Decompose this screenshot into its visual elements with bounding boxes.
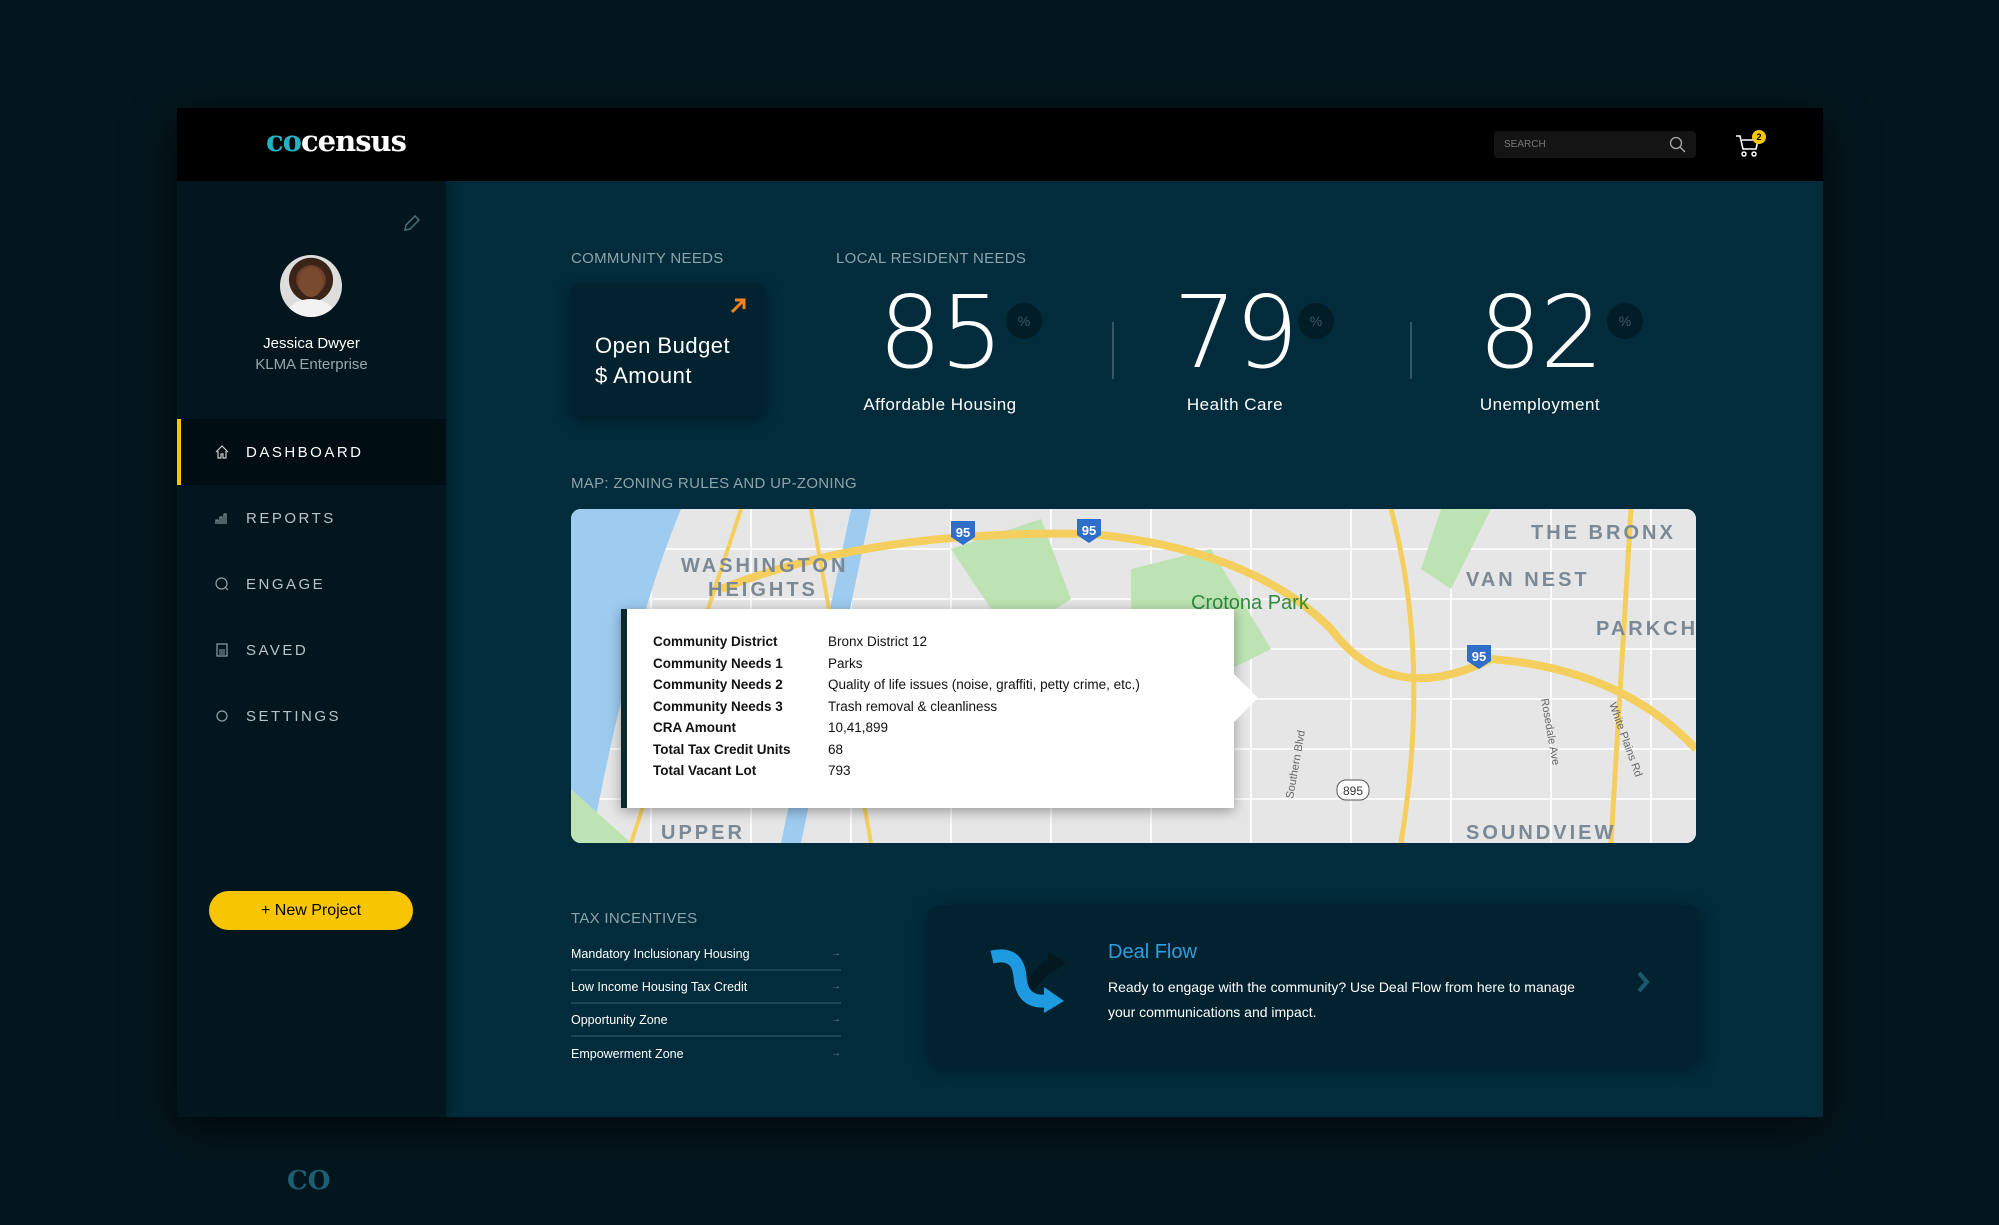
cart-count-badge: 2 [1752, 130, 1766, 144]
footer-logo: CO [287, 1166, 331, 1196]
map-label: PARKCH [1596, 618, 1696, 640]
map-label: WASHINGTON [681, 555, 848, 577]
arrow-right-icon: → [831, 1014, 841, 1025]
map-label: THE BRONX [1531, 522, 1676, 544]
sidebar-item-reports[interactable]: REPORTS [177, 485, 446, 551]
info-key: Community District [653, 634, 778, 650]
map-info-tooltip: Community District Bronx District 12 Commu… [621, 609, 1258, 808]
divider [1410, 322, 1412, 379]
tax-incentive-item[interactable]: Mandatory Inclusionary Housing → [571, 938, 841, 971]
chevron-right-icon[interactable] [1636, 971, 1650, 993]
map-label: VAN NEST [1466, 569, 1590, 591]
tax-incentives-title: TAX INCENTIVES [571, 910, 698, 927]
map-label: HEIGHTS [708, 579, 818, 601]
route-shield: 895 [1343, 784, 1363, 798]
info-key: Total Vacant Lot [653, 763, 757, 779]
sidebar-nav: DASHBOARD REPORTS ENGAGE SAVED SETTINGS [177, 419, 446, 749]
info-row: Community Needs 1 Parks [653, 653, 1140, 675]
app-window: cocensus 2 Jessica Dwyer KLMA Enterprise… [177, 108, 1823, 1196]
tax-incentive-item[interactable]: Empowerment Zone → [571, 1037, 841, 1070]
info-value: 68 [828, 741, 844, 757]
sidebar: Jessica Dwyer KLMA Enterprise DASHBOARD … [177, 181, 446, 1196]
open-budget-card[interactable]: Open Budget $ Amount [571, 283, 765, 416]
tax-incentive-label: Low Income Housing Tax Credit [571, 979, 748, 994]
interstate-shield: 95 [1472, 649, 1486, 664]
info-key: Community Needs 1 [653, 655, 783, 671]
deal-flow-description: Ready to engage with the community? Use … [1108, 979, 1575, 1020]
tax-incentives-list: Mandatory Inclusionary Housing → Low Incom… [571, 938, 841, 1070]
user-name: Jessica Dwyer [263, 335, 360, 352]
search-icon[interactable] [1669, 136, 1686, 153]
info-row: Community Needs 2 Quality of life issues … [653, 674, 1140, 696]
info-row: Total Tax Credit Units 68 [653, 739, 1140, 761]
map-title: MAP: ZONING RULES AND UP-ZONING [571, 475, 857, 492]
sidebar-item-settings[interactable]: SETTINGS [177, 683, 446, 749]
cart-button[interactable]: 2 [1734, 130, 1766, 162]
circle-icon [214, 708, 246, 724]
tax-incentive-label: Opportunity Zone [571, 1012, 668, 1027]
tax-incentive-label: Mandatory Inclusionary Housing [571, 946, 750, 961]
map-label: SOUNDVIEW [1466, 822, 1616, 843]
tax-incentive-item[interactable]: Low Income Housing Tax Credit → [571, 971, 841, 1004]
user-company: KLMA Enterprise [255, 356, 368, 373]
top-bar: cocensus 2 [177, 108, 1823, 181]
percent-badge: % [1006, 303, 1042, 339]
tax-incentive-item[interactable]: Opportunity Zone → [571, 1004, 841, 1037]
tax-incentive-label: Empowerment Zone [571, 1046, 684, 1061]
arrow-right-icon: → [831, 1048, 841, 1059]
stat-label: Unemployment [1479, 395, 1601, 414]
interstate-shield: 95 [956, 525, 970, 540]
info-key: Total Tax Credit Units [653, 741, 791, 757]
info-key: CRA Amount [653, 720, 736, 736]
info-row: Community Needs 3 Trash removal & cleanli… [653, 696, 1140, 718]
interstate-shield: 95 [1082, 523, 1096, 538]
info-value: 793 [828, 763, 851, 779]
new-project-button[interactable]: + New Project [209, 891, 413, 930]
info-value: Quality of life issues (noise, graffiti,… [828, 677, 1140, 693]
community-needs-title: COMMUNITY NEEDS [571, 250, 724, 267]
district-info-table: Community District Bronx District 12 Commu… [653, 631, 1140, 782]
stat-label: Affordable Housing [863, 395, 1017, 414]
map-label: UPPER [661, 822, 745, 843]
stat-health-care: 79% Health Care [1125, 283, 1345, 415]
info-key: Community Needs 2 [653, 677, 783, 693]
zoning-map[interactable]: WASHINGTON HEIGHTS THE BRONX VAN NEST PA… [571, 509, 1696, 843]
bar-chart-icon [214, 510, 246, 526]
percent-badge: % [1298, 303, 1334, 339]
arrow-up-right-icon [730, 298, 746, 314]
chat-search-icon [214, 576, 246, 592]
sidebar-item-dashboard[interactable]: DASHBOARD [177, 419, 446, 485]
info-value: Bronx District 12 [828, 634, 928, 650]
save-icon [214, 642, 246, 658]
home-icon [214, 444, 246, 460]
stat-label: Health Care [1186, 395, 1284, 414]
avatar [280, 255, 342, 317]
arrow-right-icon: → [831, 948, 841, 959]
sidebar-item-engage[interactable]: ENGAGE [177, 551, 446, 617]
shuffle-icon [990, 949, 1066, 1013]
search-box [1494, 131, 1696, 158]
percent-badge: % [1607, 303, 1643, 339]
info-value: 10,41,899 [828, 720, 889, 736]
edit-pencil-icon[interactable] [402, 213, 422, 233]
deal-flow-title[interactable]: Deal Flow [1108, 941, 1197, 964]
sidebar-item-saved[interactable]: SAVED [177, 617, 446, 683]
logo[interactable]: cocensus [266, 124, 407, 158]
stat-affordable-housing: 85% Affordable Housing [830, 283, 1050, 415]
local-needs-title: LOCAL RESIDENT NEEDS [836, 250, 1027, 267]
arrow-right-icon: → [831, 981, 841, 992]
info-row: Total Vacant Lot 793 [653, 760, 1140, 782]
card-line1: Open Budget [595, 333, 731, 358]
divider [1112, 322, 1114, 379]
search-input[interactable] [1504, 139, 1664, 150]
info-row: Community District Bronx District 12 [653, 631, 1140, 653]
deal-flow-card[interactable]: Deal Flow Ready to engage with the commu… [928, 905, 1700, 1066]
stat-unemployment: 82% Unemployment [1430, 283, 1650, 415]
info-key: Community Needs 3 [653, 698, 783, 714]
info-value: Trash removal & cleanliness [828, 698, 998, 714]
info-row: CRA Amount 10,41,899 [653, 717, 1140, 739]
info-value: Parks [828, 655, 863, 671]
card-line2: $ Amount [595, 363, 692, 388]
